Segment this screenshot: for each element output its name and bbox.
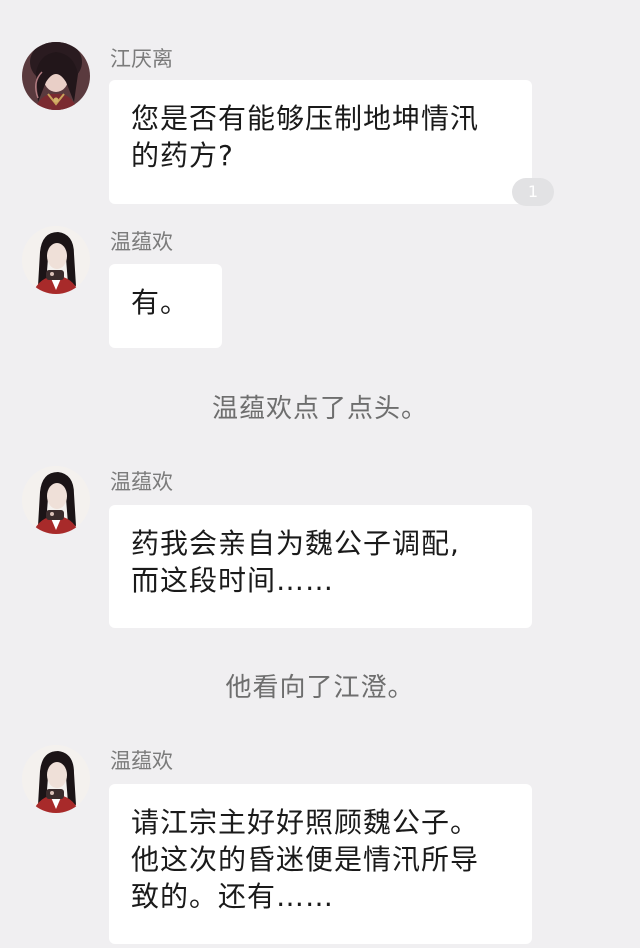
wen-yunhuan-avatar[interactable] xyxy=(22,226,90,294)
unread-badge: 1 xyxy=(512,178,554,206)
sender-name: 温蕴欢 xyxy=(110,749,173,773)
sender-name: 温蕴欢 xyxy=(110,230,173,254)
message-bubble[interactable]: 请江宗主好好照顾魏公子。 他这次的昏迷便是情汛所导 致的。还有…… xyxy=(109,784,532,944)
message-bubble[interactable]: 有。 xyxy=(109,264,222,348)
narration-text: 温蕴欢点了点头。 xyxy=(211,394,428,424)
sender-name: 温蕴欢 xyxy=(110,470,173,494)
sender-name: 江厌离 xyxy=(110,47,173,71)
message-bubble[interactable]: 您是否有能够压制地坤情汛 的药方? xyxy=(109,80,532,204)
wen-yunhuan-avatar[interactable] xyxy=(22,466,90,534)
message-bubble[interactable]: 药我会亲自为魏公子调配, 而这段时间…… xyxy=(109,505,532,628)
wen-yunhuan-avatar[interactable] xyxy=(22,745,90,813)
narration-text: 他看向了江澄。 xyxy=(225,673,415,703)
jiang-yanli-avatar[interactable] xyxy=(22,42,90,110)
